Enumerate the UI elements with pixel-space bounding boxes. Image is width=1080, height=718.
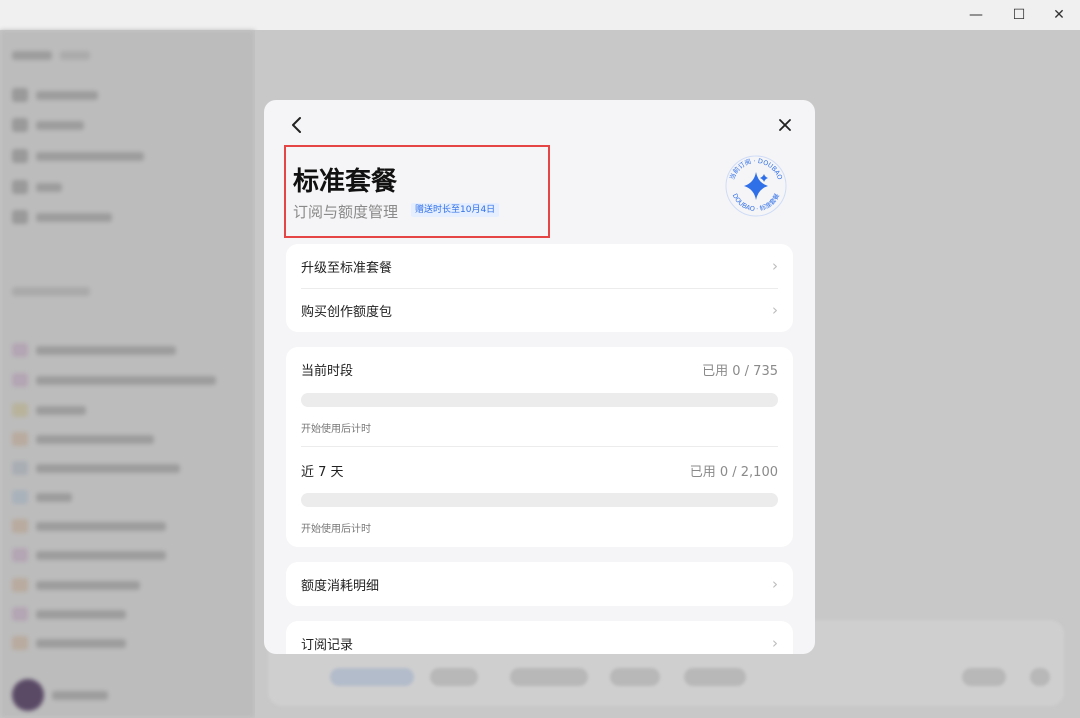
- usage-7days-value: 已用 0 / 2,100: [689, 465, 778, 480]
- subscription-modal: 标准套餐 订阅与额度管理 赠送时长至10月4日 当前订阅 · DOUBAO DO…: [264, 100, 815, 654]
- subscription-history-card: 订阅记录 ›: [286, 621, 793, 654]
- usage-7days-note: 开始使用后计时: [301, 524, 371, 535]
- credit-usage-detail-row[interactable]: 额度消耗明细 ›: [301, 562, 778, 606]
- usage-period-value: 已用 0 / 735: [702, 364, 778, 379]
- buy-credit-pack-label: 购买创作额度包: [301, 304, 393, 320]
- plan-seal: 当前订阅 · DOUBAO DOUBAO · 标准套餐: [725, 155, 787, 217]
- credit-usage-detail-label: 额度消耗明细: [301, 578, 380, 594]
- annotation-highlight-box: [284, 145, 550, 238]
- usage-7days-progress: [301, 493, 778, 507]
- chevron-right-icon: ›: [772, 575, 778, 593]
- close-button[interactable]: [774, 114, 796, 136]
- sidebar-blurred: [0, 30, 255, 718]
- chevron-left-icon: [292, 117, 301, 133]
- usage-period-label: 当前时段: [301, 364, 354, 379]
- usage-7days-label: 近 7 天: [301, 465, 344, 480]
- minimize-button[interactable]: —: [953, 0, 999, 30]
- usage-card: 当前时段 已用 0 / 735 开始使用后计时 近 7 天 已用 0 / 2,1…: [286, 347, 793, 547]
- close-icon: [779, 119, 791, 131]
- chevron-right-icon: ›: [772, 634, 778, 652]
- upgrade-plan-row[interactable]: 升级至标准套餐 ›: [301, 244, 778, 288]
- usage-period-progress: [301, 393, 778, 407]
- plan-actions-card: 升级至标准套餐 › 购买创作额度包 ›: [286, 244, 793, 332]
- credit-usage-detail-card: 额度消耗明细 ›: [286, 562, 793, 606]
- window-titlebar: — ☐ ✕: [0, 0, 1080, 30]
- back-button[interactable]: [286, 114, 308, 136]
- divider: [301, 446, 778, 447]
- chevron-right-icon: ›: [772, 257, 778, 275]
- upgrade-plan-label: 升级至标准套餐: [301, 260, 393, 276]
- chevron-right-icon: ›: [772, 301, 778, 319]
- usage-period-note: 开始使用后计时: [301, 424, 371, 435]
- window-close-button[interactable]: ✕: [1036, 0, 1080, 30]
- buy-credit-pack-row[interactable]: 购买创作额度包 ›: [301, 288, 778, 332]
- subscription-history-label: 订阅记录: [301, 637, 354, 653]
- subscription-history-row[interactable]: 订阅记录 ›: [301, 621, 778, 654]
